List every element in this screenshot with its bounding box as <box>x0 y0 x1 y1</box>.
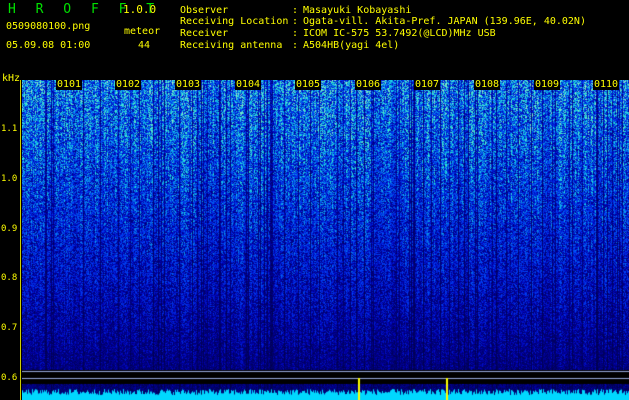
info-key-observer: Observer <box>180 5 229 16</box>
x-tick-label: 0106 <box>355 79 382 90</box>
info-value-observer: Masayuki Kobayashi <box>303 5 412 16</box>
y-tick-label: 0.7 <box>1 323 18 333</box>
info-value-antenna: A504HB(yagi 4el) <box>303 40 400 51</box>
info-value-receiver: ICOM IC-575 53.7492(@LCD)MHz USB <box>303 28 496 39</box>
x-tick-label: 0107 <box>414 79 441 90</box>
info-key-location: Receiving Location <box>180 16 289 27</box>
x-tick-label: 0103 <box>175 79 202 90</box>
x-tick-label: 0108 <box>474 79 501 90</box>
spectrogram <box>22 80 629 400</box>
x-tick-label: 0104 <box>235 79 262 90</box>
y-tick-label: 0.9 <box>1 224 18 234</box>
info-key-antenna: Receiving antenna <box>180 40 283 51</box>
info-key-receiver: Receiver <box>180 28 229 39</box>
info-sep: : <box>292 40 299 51</box>
x-tick-label: 0109 <box>534 79 561 90</box>
y-tick-label: 1.1 <box>1 124 18 134</box>
info-sep: : <box>292 16 299 27</box>
x-tick-label: 0105 <box>295 79 322 90</box>
y-axis-unit: kHz <box>2 73 21 84</box>
info-sep: : <box>292 5 299 16</box>
info-value-location: Ogata-vill. Akita-Pref. JAPAN (139.96E, … <box>303 16 586 27</box>
y-axis-line <box>20 80 21 400</box>
x-tick-label: 0110 <box>593 79 620 90</box>
datetime: 05.09.08 01:00 <box>6 40 91 51</box>
y-tick-label: 0.8 <box>1 273 18 283</box>
meteor-label: meteor <box>124 26 161 37</box>
x-tick-label: 0101 <box>56 79 83 90</box>
app-version: 1.0.0 <box>123 3 157 16</box>
info-sep: : <box>292 28 299 39</box>
x-tick-label: 0102 <box>115 79 142 90</box>
y-tick-label: 1.0 <box>1 174 18 184</box>
y-tick-label: 0.6 <box>1 373 18 383</box>
meteor-count: 44 <box>138 40 151 51</box>
file-name: 0509080100.png <box>6 21 91 32</box>
